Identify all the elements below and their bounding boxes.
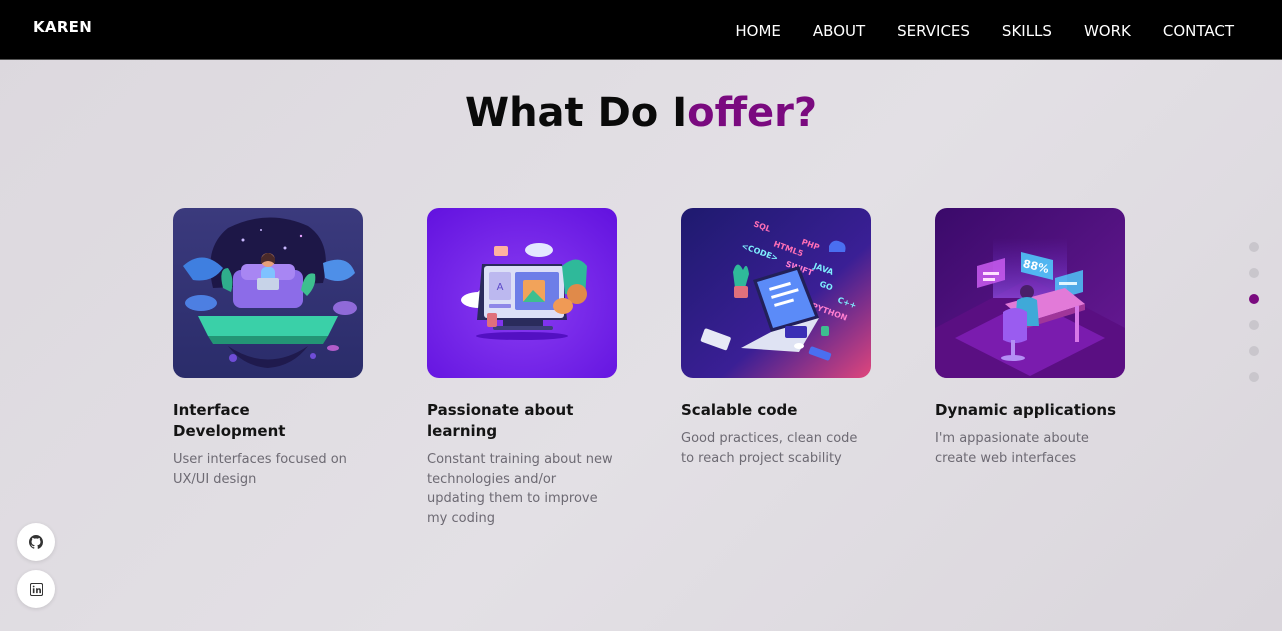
section-title: What Do Ioffer?: [0, 90, 1282, 136]
section-dots-nav: [1249, 242, 1259, 382]
navbar: KAREN HOME ABOUT SERVICES SKILLS WORK CO…: [0, 0, 1282, 60]
woman-on-floating-island-illustration: [173, 208, 363, 378]
person-at-desk-holograms-illustration: 88%: [935, 208, 1125, 378]
section-dot[interactable]: [1249, 372, 1259, 382]
section-dot[interactable]: [1249, 320, 1259, 330]
section-dot[interactable]: [1249, 346, 1259, 356]
section-dot[interactable]: [1249, 268, 1259, 278]
card-description: Constant training about new technologies…: [427, 452, 613, 526]
svg-text:A: A: [497, 282, 504, 293]
card-description: I'm appasionate aboute create web interf…: [935, 431, 1089, 466]
nav-link-about[interactable]: ABOUT: [813, 22, 865, 40]
service-card-dynamic-applications: 88% Dynamic applications I'm appasionate…: [935, 208, 1125, 468]
service-card-passionate-about-learning: A Passionate about learning Constant tra…: [427, 208, 617, 528]
nav-link-skills[interactable]: SKILLS: [1002, 22, 1052, 40]
section-title-main: What Do I: [464, 90, 688, 136]
card-title: Passionate about learning: [427, 401, 574, 440]
computer-screen-illustration: A: [427, 208, 617, 378]
card-title: Interface Development: [173, 401, 286, 440]
service-card-interface-development: Interface Development User interfaces fo…: [173, 208, 363, 489]
github-button[interactable]: [17, 523, 55, 561]
laptop-code-languages-illustration: SQL <CODE> HTML5 PHP SWIFT JAVA GO PYTHO…: [681, 208, 871, 378]
card-description: User interfaces focused on UX/UI design: [173, 452, 347, 487]
brand-logo[interactable]: KAREN: [33, 18, 92, 36]
section-dot-active[interactable]: [1249, 294, 1259, 304]
nav-link-contact[interactable]: CONTACT: [1163, 22, 1234, 40]
nav-link-home[interactable]: HOME: [735, 22, 781, 40]
linkedin-icon: [29, 582, 43, 596]
section-title-accent: offer?: [687, 90, 818, 136]
card-title: Scalable code: [681, 401, 798, 419]
card-title: Dynamic applications: [935, 401, 1117, 419]
nav-link-work[interactable]: WORK: [1084, 22, 1131, 40]
card-description: Good practices, clean code to reach proj…: [681, 431, 858, 466]
nav-link-services[interactable]: SERVICES: [897, 22, 970, 40]
linkedin-button[interactable]: [17, 570, 55, 608]
service-card-scalable-code: SQL <CODE> HTML5 PHP SWIFT JAVA GO PYTHO…: [681, 208, 871, 468]
section-dot[interactable]: [1249, 242, 1259, 252]
github-icon: [29, 535, 43, 549]
nav-links: HOME ABOUT SERVICES SKILLS WORK CONTACT: [735, 22, 1234, 40]
